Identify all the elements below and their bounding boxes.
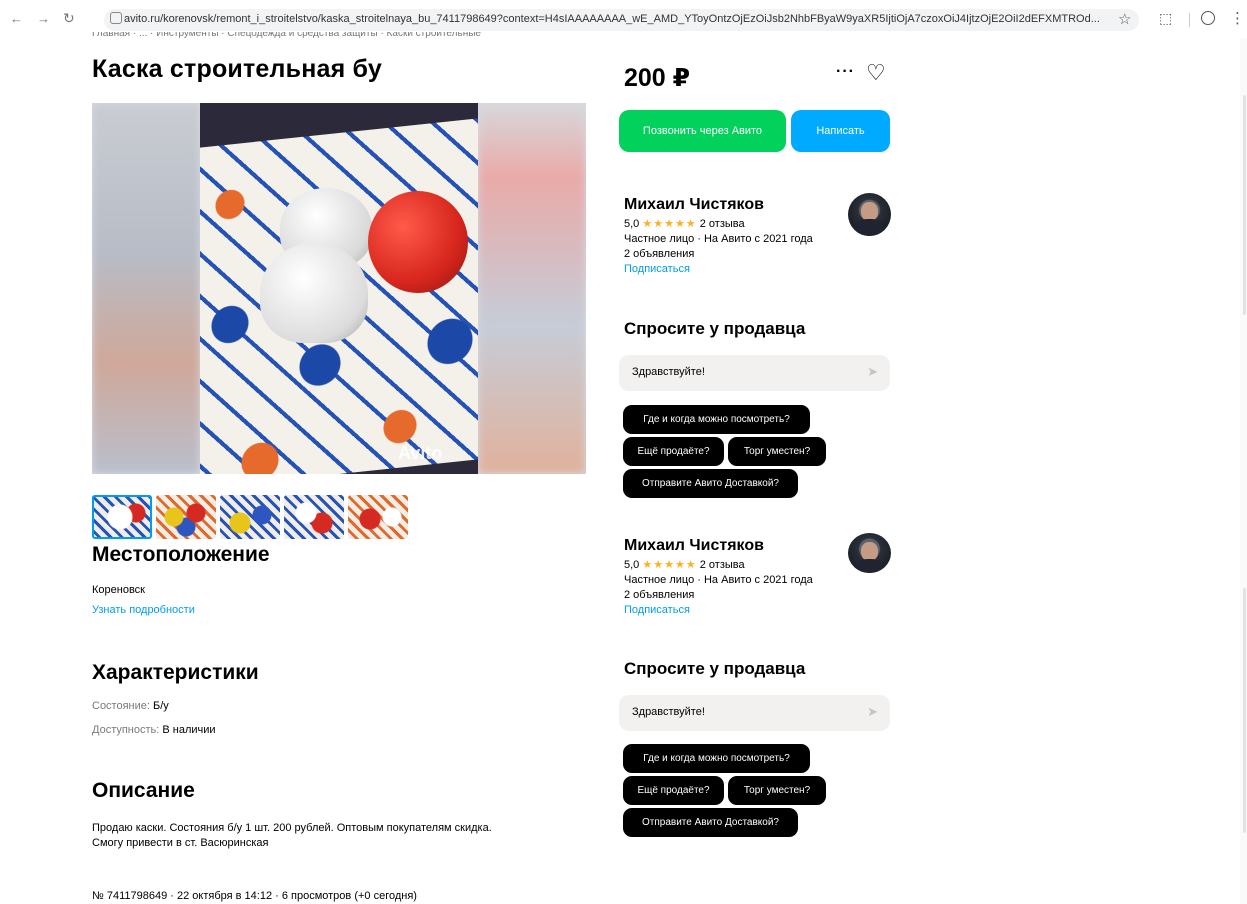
thumbnail-strip: [92, 495, 408, 540]
quick-question-chip[interactable]: Торг уместен?: [728, 437, 826, 466]
location-city: Кореновск: [92, 584, 145, 596]
spec-availability-label: Доступность:: [92, 724, 160, 736]
ask-input-value[interactable]: Здравствуйте!: [632, 366, 705, 378]
thumbnail-3[interactable]: [220, 495, 280, 539]
rating-stars-icon: ★★★★★: [642, 559, 697, 571]
specs-heading: Характеристики: [92, 661, 259, 684]
extensions-icon[interactable]: ⬚: [1159, 10, 1172, 27]
ask-seller-input[interactable]: Здравствуйте! ➤: [619, 355, 890, 391]
ask-seller-heading: Спросите у продавца: [624, 319, 806, 338]
reload-icon[interactable]: ↻: [63, 10, 75, 27]
browser-menu-icon[interactable]: ⋮: [1230, 9, 1245, 27]
breadcrumb[interactable]: Главная · ... · Инструменты · Спецодежда…: [92, 32, 481, 40]
seller-card: Михаил Чистяков 5,0 ★★★★★ 2 отзыва Частн…: [624, 193, 892, 275]
toolbar-divider: [1189, 13, 1190, 27]
send-icon[interactable]: ➤: [867, 364, 878, 380]
quick-question-chip[interactable]: Где и когда можно посмотреть?: [623, 744, 810, 773]
spec-condition-label: Состояние:: [92, 700, 150, 712]
quick-question-chip[interactable]: Ещё продаёте?: [623, 437, 724, 466]
url-text[interactable]: avito.ru/korenovsk/remont_i_stroitelstvo…: [124, 13, 1104, 25]
back-icon[interactable]: ←: [10, 11, 23, 26]
quick-question-chip[interactable]: Отправите Авито Доставкой?: [623, 469, 798, 498]
rating-value: 5,0: [624, 559, 640, 571]
spec-availability: Доступность: В наличии: [92, 724, 216, 736]
rating-value: 5,0: [624, 218, 640, 230]
scrollbar-thumb[interactable]: [1243, 95, 1246, 315]
thumbnail-4[interactable]: [284, 495, 344, 539]
seller-ads[interactable]: 2 объявления: [624, 248, 892, 260]
heart-icon[interactable]: ♡: [866, 60, 886, 86]
quick-question-chip[interactable]: Ещё продаёте?: [623, 776, 724, 805]
scrollbar-thumb[interactable]: [1243, 588, 1246, 833]
avito-watermark: Avito: [398, 443, 443, 463]
seller-since: Частное лицо · На Авито с 2021 года: [624, 574, 813, 586]
quick-question-chip[interactable]: Отправите Авито Доставкой?: [623, 808, 798, 837]
more-icon[interactable]: ···: [836, 63, 855, 81]
call-button[interactable]: Позвонить через Авито: [619, 110, 786, 152]
seller-since: Частное лицо · На Авито с 2021 года: [624, 233, 813, 245]
seller-card: Михаил Чистяков 5,0 ★★★★★ 2 отзыва Частн…: [624, 533, 892, 616]
spec-condition-value: Б/у: [153, 700, 169, 712]
spec-condition: Состояние: Б/у: [92, 700, 169, 712]
listing-meta: № 7411798649 · 22 октября в 14:12 · 6 пр…: [92, 890, 417, 902]
ask-seller-heading: Спросите у продавца: [624, 659, 806, 678]
description-line-1: Продаю каски. Состояния б/у 1 шт. 200 ру…: [92, 822, 492, 834]
subscribe-link[interactable]: Подписаться: [624, 604, 892, 616]
photo-gallery[interactable]: Avito: [92, 103, 586, 474]
main-photo[interactable]: Avito: [200, 103, 478, 474]
location-heading: Местоположение: [92, 543, 270, 566]
gallery-blur-left: [92, 103, 200, 474]
ask-input-value[interactable]: Здравствуйте!: [632, 706, 705, 718]
avatar[interactable]: [848, 193, 891, 236]
profile-icon[interactable]: [1201, 11, 1215, 25]
reviews-count[interactable]: 2 отзыва: [700, 218, 745, 230]
red-helmet: [368, 191, 468, 293]
reviews-count[interactable]: 2 отзыва: [700, 559, 745, 571]
ask-seller-input[interactable]: Здравствуйте! ➤: [619, 695, 890, 731]
avatar[interactable]: [848, 533, 891, 573]
site-info-icon[interactable]: [110, 12, 122, 24]
location-details-link[interactable]: Узнать подробности: [92, 604, 195, 616]
spec-availability-value: В наличии: [162, 724, 216, 736]
bookmark-star-icon[interactable]: ☆: [1118, 10, 1131, 28]
thumbnail-1[interactable]: [92, 495, 152, 539]
rating-stars-icon: ★★★★★: [642, 218, 697, 230]
quick-question-chip[interactable]: Где и когда можно посмотреть?: [623, 405, 810, 434]
subscribe-link[interactable]: Подписаться: [624, 263, 892, 275]
description-heading: Описание: [92, 779, 195, 802]
description-line-2: Смогу привести в ст. Васюринская: [92, 837, 269, 849]
thumbnail-2[interactable]: [156, 495, 216, 539]
price: 200 ₽: [624, 64, 691, 92]
send-icon[interactable]: ➤: [867, 704, 878, 720]
gallery-blur-right: [478, 103, 586, 474]
avatar-body: [854, 219, 885, 236]
avatar-body: [854, 559, 885, 573]
forward-icon[interactable]: →: [37, 11, 50, 26]
message-button[interactable]: Написать: [791, 110, 890, 152]
quick-question-chip[interactable]: Торг уместен?: [728, 776, 826, 805]
listing-title: Каска строительная бу: [92, 55, 382, 83]
seller-ads[interactable]: 2 объявления: [624, 589, 892, 601]
thumbnail-5[interactable]: [348, 495, 408, 539]
white-helmet-front: [260, 243, 368, 343]
